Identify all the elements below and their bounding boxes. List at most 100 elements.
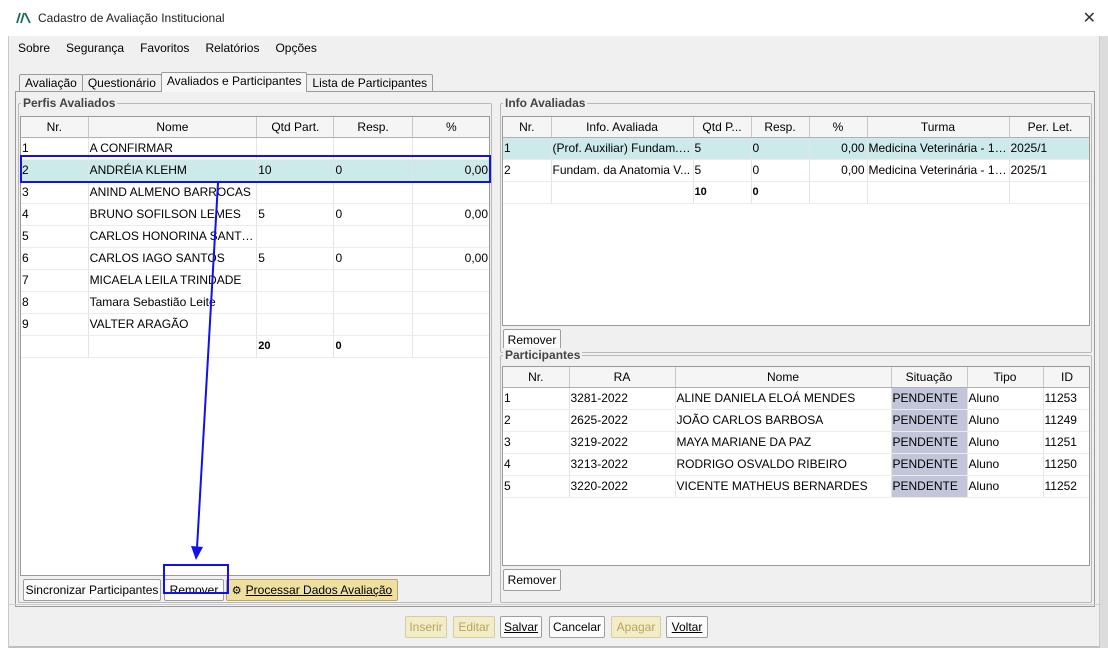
table-row[interactable]: 5 CARLOS HONORINA SANTOS [21,225,489,248]
table-row[interactable]: 2 2625-2022 JOÃO CARLOS BARBOSA PENDENTE Alu… [503,409,1089,432]
salvar-button[interactable]: Salvar [500,616,542,638]
info-avaliadas-group: Info Avaliadas Nr. Info. Avaliada Qtd P.… [500,96,1092,353]
table-row[interactable]: 1 (Prof. Auxiliar) Fundam. ... 5 0 0,00 Medic… [503,137,1089,160]
info-grid[interactable]: Nr. Info. Avaliada Qtd P... Resp. % Turm… [502,116,1090,326]
col-nome[interactable]: Nome [88,117,258,138]
table-cell [412,313,489,336]
close-icon[interactable]: ✕ [1083,8,1096,28]
tab-avaliacao[interactable]: Avaliação [19,74,83,92]
table-row[interactable]: 3 3219-2022 MAYA MARIANE DA PAZ PENDENTE Alu… [503,431,1089,454]
col-resp[interactable]: Resp. [333,117,413,138]
remover-participante-button[interactable]: Remover [503,569,561,591]
menu-sobre[interactable]: Sobre [18,41,50,55]
highlight-selected-row [20,155,491,183]
total-cell: 0 [333,335,413,358]
col-turma[interactable]: Turma [867,117,1010,138]
perfis-grid[interactable]: Nr. Nome Qtd Part. Resp. % 1A CONFIRMAR 2… [20,116,490,576]
table-row[interactable]: 3 ANIND ALMENO BARROCAS [21,181,489,204]
col-nome[interactable]: Nome [675,367,892,388]
table-cell: 0 [751,159,810,182]
menu-opcoes[interactable]: Opções [275,41,316,55]
col-resp[interactable]: Resp. [751,117,810,138]
info-avaliadas-title: Info Avaliadas [503,96,588,110]
table-cell: 0,00 [412,203,489,226]
table-cell: RODRIGO OSVALDO RIBEIRO [675,453,892,476]
table-cell: 0,00 [809,159,868,182]
table-cell: 5 [21,225,89,248]
table-cell: Medicina Veterinária - 1º... [867,137,1010,160]
table-cell [412,225,489,248]
table-row[interactable]: 2 Fundam. da Anatomia V... 5 0 0,00 Medicina … [503,159,1089,182]
col-qtd-part[interactable]: Qtd Part. [256,117,335,138]
table-cell: PENDENTE [891,431,968,454]
col-nr[interactable]: Nr. [503,117,552,138]
col-nr[interactable]: Nr. [503,367,570,388]
table-cell: Tamara Sebastião Leite [88,291,258,314]
menu-bar: Sobre Segurança Favoritos Relatórios Opç… [9,36,1099,60]
col-id[interactable]: ID [1043,367,1089,388]
tab-avaliados-participantes[interactable]: Avaliados e Participantes [160,72,308,92]
table-cell: 2025/1 [1009,137,1089,160]
table-cell: 2 [503,159,552,182]
menu-favoritos[interactable]: Favoritos [140,41,189,55]
col-nr[interactable]: Nr. [21,117,89,138]
table-cell: 11249 [1043,409,1089,432]
total-cell [1009,181,1089,204]
table-cell: 6 [21,247,89,270]
table-cell: Aluno [967,453,1044,476]
voltar-button[interactable]: Voltar [666,616,708,638]
tab-questionario[interactable]: Questionário [81,74,162,92]
highlight-remover-button [163,564,229,594]
inserir-button[interactable]: Inserir [405,616,447,638]
gears-icon: ⚙ [231,584,242,597]
participantes-grid[interactable]: Nr. RA Nome Situação Tipo ID 1 3281-2022 A… [502,366,1090,566]
col-situacao[interactable]: Situação [891,367,968,388]
processar-dados-avaliacao-button[interactable]: ⚙ Processar Dados Avaliação [226,579,398,601]
col-info-avaliada[interactable]: Info. Avaliada [551,117,694,138]
table-row[interactable]: 1 3281-2022 ALINE DANIELA ELOÁ MENDES PENDE… [503,387,1089,410]
apagar-button[interactable]: Apagar [611,616,661,638]
table-cell: (Prof. Auxiliar) Fundam. ... [551,137,694,160]
window-body: Sobre Segurança Favoritos Relatórios Opç… [8,36,1101,648]
table-cell: Aluno [967,431,1044,454]
table-cell: 0 [333,203,413,226]
table-cell: CARLOS HONORINA SANTOS [88,225,258,248]
table-cell [412,181,489,204]
col-percent[interactable]: % [809,117,868,138]
perfis-table: Nr. Nome Qtd Part. Resp. % 1A CONFIRMAR 2… [21,117,489,358]
total-cell [21,335,89,358]
col-per-let[interactable]: Per. Let. [1009,117,1089,138]
tab-strip: Avaliação Questionário Avaliados e Parti… [19,72,434,92]
col-qtd-p[interactable]: Qtd P... [693,117,752,138]
table-row[interactable]: 5 3220-2022 VICENTE MATHEUS BERNARDES PENDE… [503,475,1089,498]
totals-row: 10 0 [503,181,1089,204]
table-row[interactable]: 7 MICAELA LEILA TRINDADE [21,269,489,292]
sincronizar-participantes-button[interactable]: Sincronizar Participantes [23,579,161,601]
table-cell: Aluno [967,475,1044,498]
table-row[interactable]: 4 BRUNO SOFILSON LEMES 5 0 0,00 [21,203,489,226]
table-row[interactable]: 6 CARLOS IAGO SANTOS 5 0 0,00 [21,247,489,270]
editar-button[interactable]: Editar [453,616,495,638]
menu-relatorios[interactable]: Relatórios [205,41,259,55]
table-cell [333,269,413,292]
table-cell: 0 [333,247,413,270]
col-percent[interactable]: % [412,117,489,138]
table-row[interactable]: 4 3213-2022 RODRIGO OSVALDO RIBEIRO PENDENT… [503,453,1089,476]
table-cell [412,291,489,314]
table-cell: 3220-2022 [569,475,676,498]
table-cell: 2 [503,409,570,432]
cancelar-button[interactable]: Cancelar [549,616,605,638]
table-cell: PENDENTE [891,453,968,476]
table-cell: 3281-2022 [569,387,676,410]
table-cell: 0,00 [412,247,489,270]
table-cell: PENDENTE [891,475,968,498]
table-row[interactable]: 9 VALTER ARAGÃO [21,313,489,336]
menu-seguranca[interactable]: Segurança [66,41,124,55]
participantes-group: Participantes Nr. RA Nome Situação Tipo … [500,348,1092,603]
tab-lista-participantes[interactable]: Lista de Participantes [306,74,434,92]
table-cell: VALTER ARAGÃO [88,313,258,336]
total-cell [412,335,489,358]
col-tipo[interactable]: Tipo [967,367,1044,388]
table-row[interactable]: 8 Tamara Sebastião Leite [21,291,489,314]
col-ra[interactable]: RA [569,367,676,388]
